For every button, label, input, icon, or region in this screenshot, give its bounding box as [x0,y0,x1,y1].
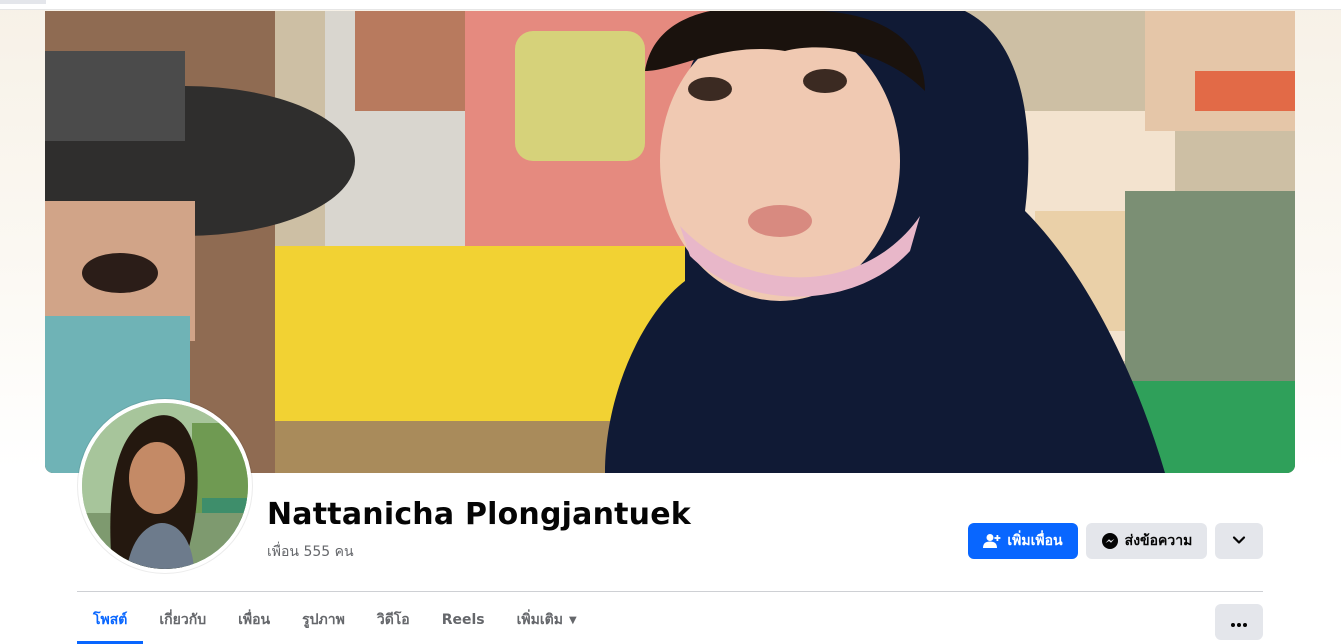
top-grey-bar [0,0,46,4]
tab-label: โพสต์ [93,612,128,628]
tab-posts[interactable]: โพสต์ [77,596,144,644]
cover-photo-image [45,11,1295,473]
tab-label: เกี่ยวกับ [159,612,207,628]
tab-more[interactable]: เพิ่มเติม ▼ [501,596,593,644]
more-actions-button[interactable] [1215,604,1263,640]
cover-photo[interactable] [45,11,1295,473]
message-label: ส่งข้อความ [1124,533,1193,549]
profile-name: Nattanicha Plongjantuek [267,497,691,532]
avatar [82,403,248,569]
profile-tabs: โพสต์ เกี่ยวกับ เพื่อน รูปภาพ วิดีโอ Ree… [77,596,593,644]
more-options-button[interactable] [1215,523,1263,559]
profile-avatar[interactable] [78,399,252,573]
tab-friends[interactable]: เพื่อน [222,596,286,644]
tab-videos[interactable]: วิดีโอ [361,596,426,644]
message-button[interactable]: ส่งข้อความ [1086,523,1207,559]
chevron-down-icon [1232,533,1246,549]
tab-label: เพิ่มเติม [516,612,563,628]
messenger-icon [1101,532,1119,550]
person-plus-icon [983,533,1001,549]
tab-about[interactable]: เกี่ยวกับ [143,596,222,644]
tab-photos[interactable]: รูปภาพ [286,596,361,644]
tab-reels[interactable]: Reels [426,596,501,644]
tab-label: รูปภาพ [302,612,345,628]
friends-count[interactable]: เพื่อน 555 คน [267,541,354,563]
tab-label: เพื่อน [238,612,271,628]
add-friend-button[interactable]: เพิ่มเพื่อน [968,523,1078,559]
tab-label: วิดีโอ [376,612,410,628]
avatar-image [82,403,248,569]
top-strip [0,0,1341,10]
caret-down-icon: ▼ [568,614,577,626]
tab-label: Reels [441,612,485,628]
add-friend-label: เพิ่มเพื่อน [1007,533,1063,549]
ellipsis-icon [1230,613,1248,632]
profile-divider [77,591,1263,592]
